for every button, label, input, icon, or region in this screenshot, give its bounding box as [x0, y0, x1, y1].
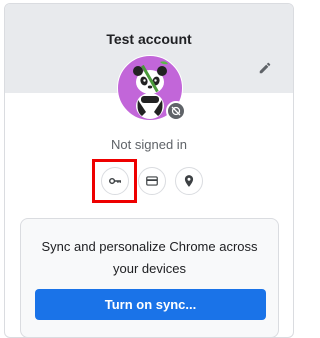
addresses-button[interactable] — [175, 167, 203, 195]
sync-description: Sync and personalize Chrome across your … — [41, 239, 258, 276]
location-pin-icon — [184, 175, 194, 187]
payment-methods-button[interactable] — [138, 167, 166, 195]
profile-avatar — [117, 55, 186, 121]
account-name: Test account — [106, 31, 192, 47]
turn-on-sync-button[interactable]: Turn on sync... — [35, 289, 266, 320]
profile-menu: Test account Not signed in Sync and pers… — [4, 3, 294, 338]
credit-card-icon — [146, 176, 158, 186]
sync-promo-card: Sync and personalize Chrome across your … — [20, 218, 279, 337]
sync-off-icon — [171, 106, 181, 116]
sync-off-badge — [166, 101, 186, 121]
highlight-box — [92, 159, 137, 203]
sign-in-status: Not signed in — [111, 137, 187, 152]
edit-profile-button[interactable] — [255, 58, 275, 78]
pencil-icon — [259, 62, 271, 74]
